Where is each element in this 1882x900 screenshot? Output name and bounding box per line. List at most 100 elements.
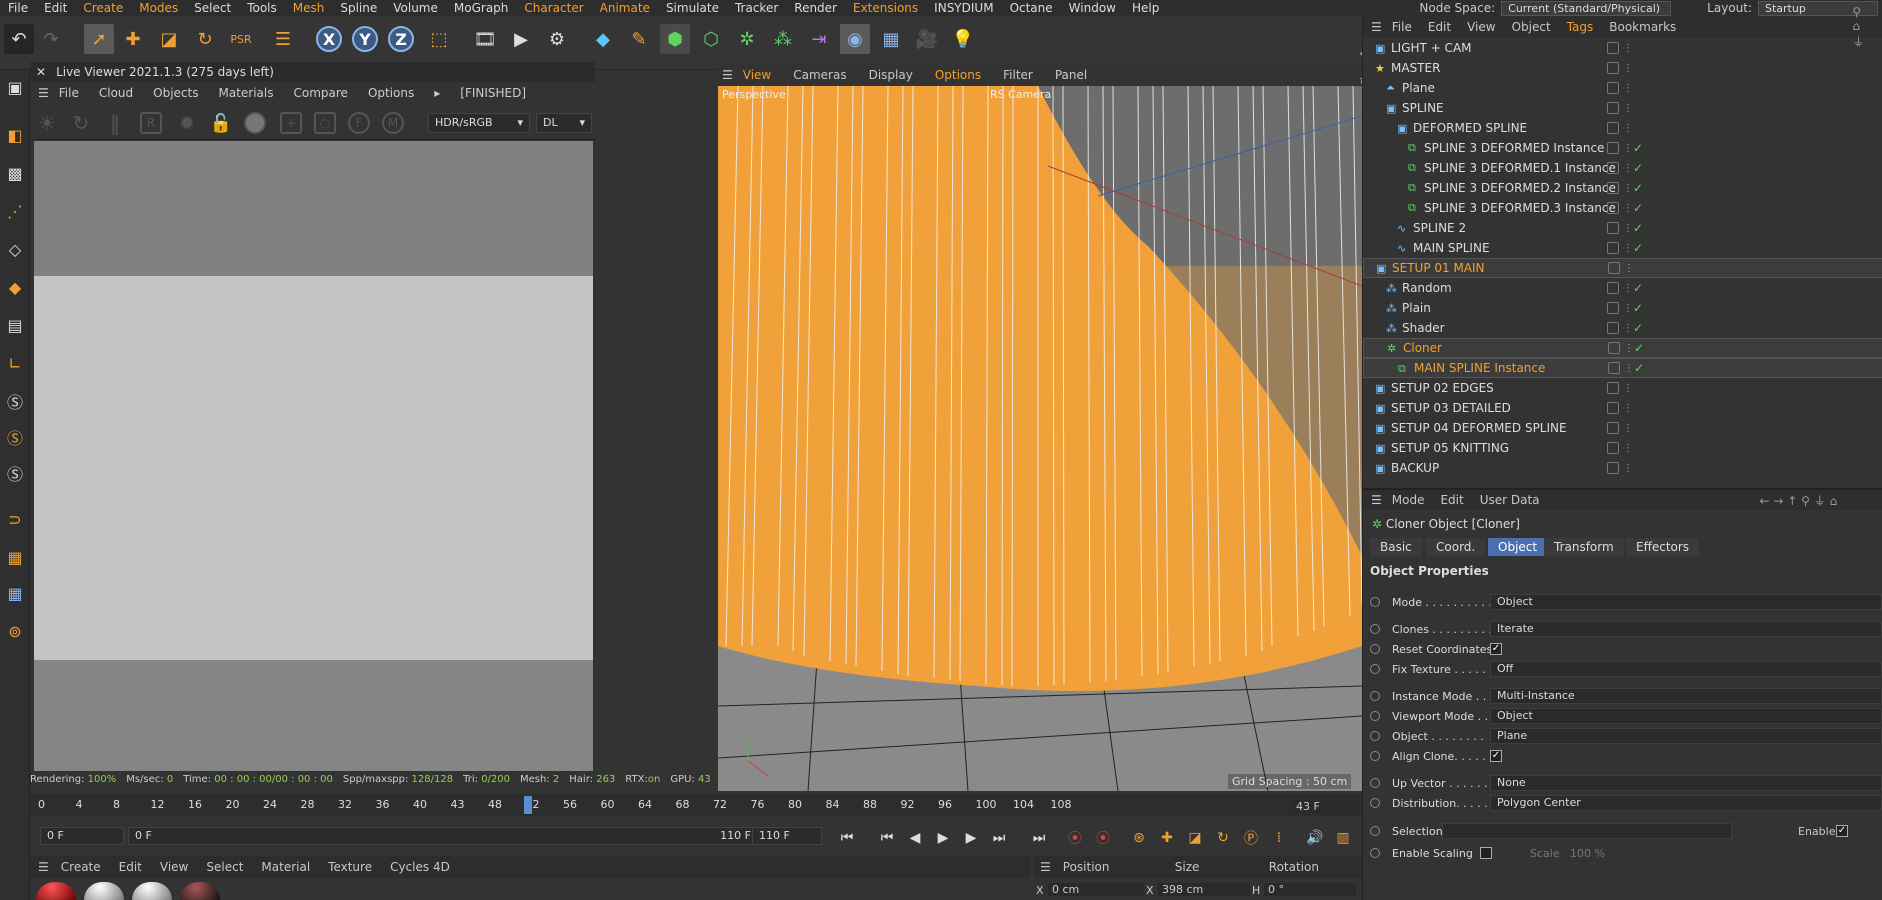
material-swatch[interactable]: [132, 882, 172, 900]
menu-mesh[interactable]: Mesh: [285, 0, 333, 16]
x-axis-icon[interactable]: X: [316, 26, 342, 52]
object-row[interactable]: ▣ SETUP 04 DEFORMED SPLINE ⋮: [1363, 418, 1882, 438]
scale-tool-icon[interactable]: ◪: [154, 24, 184, 54]
visibility-toggle[interactable]: [1607, 82, 1619, 94]
object-row[interactable]: ⧉ SPLINE 3 DEFORMED.3 Instance ⋮ ✓: [1363, 198, 1882, 218]
snap-s3-icon[interactable]: Ⓢ: [2, 460, 28, 486]
recent-tools-icon[interactable]: ☰: [268, 24, 298, 54]
timeline-ruler[interactable]: 0 4 8 12 16 20 24 28 32 36 40 43 48 52 56 60 64 68 72 76 80 8…: [30, 794, 1362, 816]
lv-menu-cloud[interactable]: Cloud: [99, 86, 133, 100]
render-dots-icon[interactable]: ⋮: [1623, 463, 1633, 474]
edges-mode-icon[interactable]: ◇: [2, 236, 28, 262]
light-icon[interactable]: 💡: [948, 24, 978, 54]
animate-dot-icon[interactable]: [1370, 826, 1380, 836]
vp-menu-cameras[interactable]: Cameras: [793, 68, 846, 82]
mat-menu-select[interactable]: Select: [206, 860, 243, 874]
menu-octane[interactable]: Octane: [1002, 0, 1061, 16]
mat-menu-edit[interactable]: Edit: [119, 860, 142, 874]
move-tool-icon[interactable]: ✚: [118, 24, 148, 54]
start-frame-field[interactable]: 0 F: [40, 827, 124, 845]
visibility-toggle[interactable]: [1607, 122, 1619, 134]
vp-menu-filter[interactable]: Filter: [1003, 68, 1033, 82]
mat-menu-material[interactable]: Material: [261, 860, 310, 874]
animate-dot-icon[interactable]: [1370, 644, 1380, 654]
mesh-grid-icon[interactable]: ▦: [2, 580, 28, 606]
attribute-value[interactable]: Multi-Instance: [1490, 688, 1882, 704]
animate-dot-icon[interactable]: [1370, 798, 1380, 808]
array-icon[interactable]: ⁂: [768, 24, 798, 54]
render-dots-icon[interactable]: ⋮: [1623, 323, 1633, 334]
rotate-key-icon[interactable]: ↻: [1212, 828, 1234, 848]
prev-key-icon[interactable]: ⏮: [876, 828, 898, 848]
select-tool-icon[interactable]: ➚: [84, 24, 114, 54]
om-menu-file[interactable]: File: [1392, 20, 1412, 34]
range-bar[interactable]: 0 F 110 F: [128, 827, 758, 845]
cube-icon[interactable]: ◆: [588, 24, 618, 54]
render-dots-icon[interactable]: ⋮: [1623, 403, 1633, 414]
object-row[interactable]: ★ MASTER ⋮: [1363, 58, 1882, 78]
attribute-value[interactable]: Object: [1490, 594, 1882, 610]
node-space-select[interactable]: Current (Standard/Physical): [1501, 0, 1672, 16]
current-frame-field[interactable]: 43 F: [1292, 800, 1358, 814]
polygons-mode-icon[interactable]: ◆: [2, 274, 28, 300]
pen-icon[interactable]: ✎: [624, 24, 654, 54]
redo-icon[interactable]: ↷: [36, 24, 66, 54]
material-icon[interactable]: M: [382, 112, 404, 134]
enabled-check-icon[interactable]: ✓: [1633, 221, 1643, 235]
object-row[interactable]: ⁂ Plain ⋮ ✓: [1363, 298, 1882, 318]
subdivision-icon[interactable]: ⬢: [660, 24, 690, 54]
workplane-icon[interactable]: ∟: [2, 350, 28, 376]
snap-s-icon[interactable]: Ⓢ: [2, 388, 28, 414]
attribute-value[interactable]: Polygon Center: [1490, 795, 1882, 811]
hamburger-icon[interactable]: ☰: [722, 68, 733, 82]
tab-object[interactable]: Object: [1488, 538, 1548, 556]
enabled-check-icon[interactable]: ✓: [1633, 201, 1643, 215]
y-axis-icon[interactable]: Y: [352, 26, 378, 52]
menu-mograph[interactable]: MoGraph: [446, 0, 517, 16]
param-key-icon[interactable]: Ⓟ: [1240, 828, 1262, 848]
enabled-check-icon[interactable]: ✓: [1634, 341, 1644, 355]
visibility-toggle[interactable]: [1607, 402, 1619, 414]
visibility-toggle[interactable]: [1608, 342, 1620, 354]
visibility-toggle[interactable]: [1607, 282, 1619, 294]
render-region-icon[interactable]: 🎞: [470, 24, 500, 54]
render-dots-icon[interactable]: ⋮: [1623, 443, 1633, 454]
attribute-value[interactable]: None: [1490, 775, 1882, 791]
model-mode-icon[interactable]: ◧: [2, 122, 28, 148]
camera-icon[interactable]: 🎥: [912, 24, 942, 54]
object-row[interactable]: ▣ SETUP 03 DETAILED ⋮: [1363, 398, 1882, 418]
menu-render[interactable]: Render: [786, 0, 845, 16]
render-dots-icon[interactable]: ⋮: [1623, 103, 1633, 114]
vp-menu-options[interactable]: Options: [935, 68, 981, 82]
render-dots-icon[interactable]: ⋮: [1623, 283, 1633, 294]
checkbox[interactable]: ✓: [1490, 750, 1502, 762]
menu-tracker[interactable]: Tracker: [727, 0, 786, 16]
keyframe-icon[interactable]: ⊛: [1128, 828, 1150, 848]
coord-x-size[interactable]: 398 cm: [1158, 883, 1250, 896]
enabled-check-icon[interactable]: ✓: [1633, 141, 1643, 155]
timeline-playhead[interactable]: [524, 796, 532, 814]
om-menu-edit[interactable]: Edit: [1428, 20, 1451, 34]
render-mode-select[interactable]: DL ▾: [536, 113, 592, 133]
lock-icon[interactable]: 🔓: [210, 112, 232, 134]
move-key-icon[interactable]: ✚: [1156, 828, 1178, 848]
undo-icon[interactable]: ↶: [4, 24, 34, 54]
object-row[interactable]: ⧉ SPLINE 3 DEFORMED.2 Instance ⋮ ✓: [1363, 178, 1882, 198]
mat-menu-view[interactable]: View: [160, 860, 188, 874]
visibility-toggle[interactable]: [1607, 382, 1619, 394]
color-mode-select[interactable]: HDR/sRGB ▾: [428, 113, 530, 133]
lv-menu-objects[interactable]: Objects: [153, 86, 198, 100]
object-row[interactable]: ⁂ Shader ⋮ ✓: [1363, 318, 1882, 338]
render-dots-icon[interactable]: ⋮: [1623, 383, 1633, 394]
render-settings-icon[interactable]: ⚙: [542, 24, 572, 54]
prev-frame-icon[interactable]: ◀: [904, 828, 926, 848]
enabled-check-icon[interactable]: ✓: [1633, 181, 1643, 195]
menu-create[interactable]: Create: [75, 0, 131, 16]
sun-icon[interactable]: ☀: [36, 111, 58, 135]
object-row[interactable]: ⁂ Random ⋮ ✓: [1363, 278, 1882, 298]
menu-help[interactable]: Help: [1124, 0, 1167, 16]
visibility-toggle[interactable]: [1607, 222, 1619, 234]
cloner-icon[interactable]: ✲: [732, 24, 762, 54]
om-menu-tags[interactable]: Tags: [1567, 20, 1594, 34]
add-icon[interactable]: +: [280, 112, 302, 134]
